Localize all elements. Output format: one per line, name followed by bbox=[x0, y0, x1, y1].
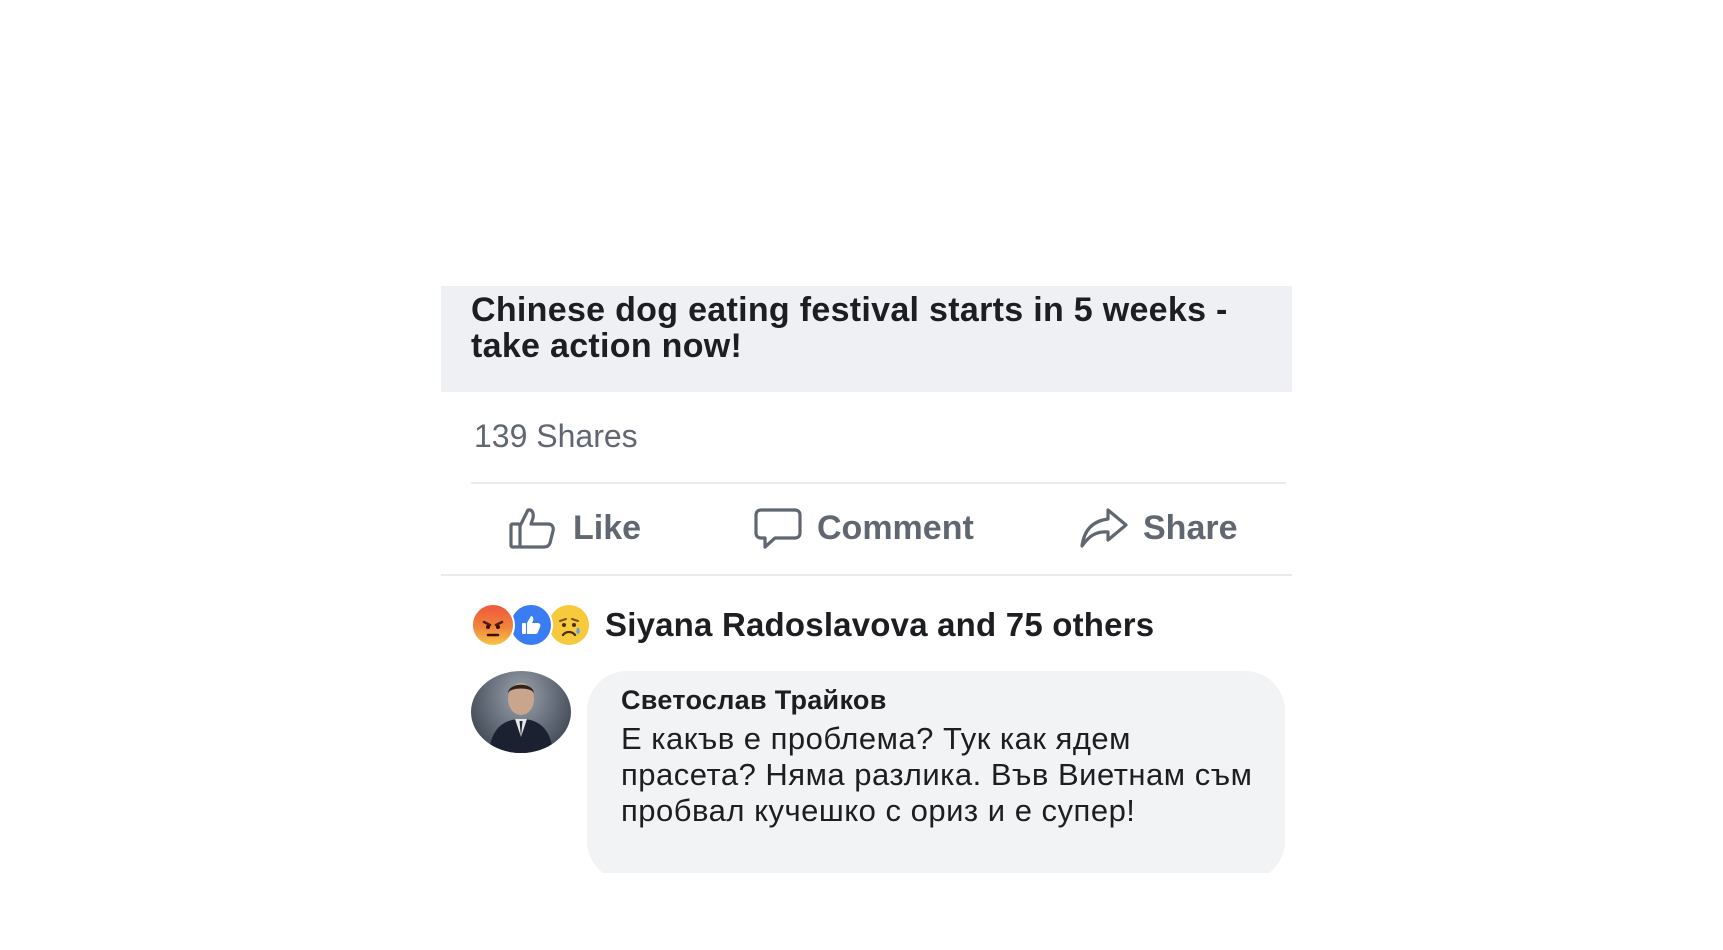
share-arrow-icon bbox=[1079, 506, 1129, 550]
angry-reaction-icon bbox=[471, 603, 515, 647]
comment-author[interactable]: Светослав Трайков bbox=[621, 685, 887, 716]
sad-reaction-icon bbox=[547, 603, 591, 647]
reactions-summary[interactable]: Siyana Radoslavova and 75 others bbox=[471, 602, 1154, 648]
like-button[interactable]: Like bbox=[509, 484, 641, 572]
comment-text: Е какъв е проблема? Тук как ядем прасета… bbox=[621, 721, 1253, 828]
like-reaction-icon bbox=[509, 603, 553, 647]
avatar[interactable] bbox=[471, 671, 571, 753]
reactions-summary-text[interactable]: Siyana Radoslavova and 75 others bbox=[605, 606, 1154, 644]
comment-bubble[interactable]: Светослав Трайков Е какъв е проблема? Ту… bbox=[587, 671, 1285, 873]
comment-label: Comment bbox=[817, 508, 974, 547]
thumbs-up-icon bbox=[509, 506, 559, 550]
divider bbox=[441, 574, 1292, 576]
share-button[interactable]: Share bbox=[1079, 484, 1238, 572]
link-preview-title[interactable]: Chinese dog eating festival starts in 5 … bbox=[471, 292, 1231, 364]
facebook-post: Chinese dog eating festival starts in 5 … bbox=[441, 286, 1292, 873]
share-label: Share bbox=[1143, 508, 1238, 547]
shares-count[interactable]: 139 Shares bbox=[474, 418, 638, 455]
post-action-bar: Like Comment Share bbox=[441, 484, 1292, 572]
comment-button[interactable]: Comment bbox=[753, 484, 974, 572]
speech-bubble-icon bbox=[753, 506, 803, 550]
like-label: Like bbox=[573, 508, 642, 547]
link-preview[interactable]: Chinese dog eating festival starts in 5 … bbox=[441, 286, 1292, 392]
